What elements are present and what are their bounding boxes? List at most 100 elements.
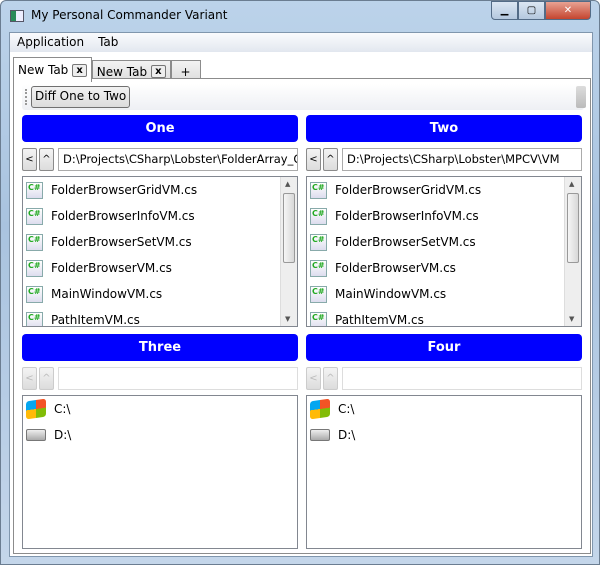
back-button[interactable]: < xyxy=(22,148,37,171)
panel-header[interactable]: One xyxy=(22,115,298,142)
maximize-button[interactable]: ▢ xyxy=(518,1,545,20)
panel-three: Three < ^ C:\ D:\ xyxy=(22,334,298,549)
list-item[interactable]: D:\ xyxy=(307,422,581,448)
app-icon xyxy=(10,10,24,22)
item-label: MainWindowVM.cs xyxy=(335,287,447,301)
path-input[interactable] xyxy=(58,367,298,390)
csharp-file-icon: C# xyxy=(310,207,327,225)
item-label: FolderBrowserInfoVM.cs xyxy=(335,209,479,223)
list-item[interactable]: C:\ xyxy=(23,396,297,422)
csharp-file-icon: C# xyxy=(310,311,327,326)
client-area: Application Tab New Tab x New Tab x + Diff… xyxy=(9,32,593,557)
menu-application[interactable]: Application xyxy=(10,33,91,52)
list-item[interactable]: C# FolderBrowserSetVM.cs xyxy=(307,229,581,255)
list-item[interactable]: C# MainWindowVM.cs xyxy=(307,281,581,307)
item-label: MainWindowVM.cs xyxy=(51,287,163,301)
tab-close-button[interactable]: x xyxy=(151,65,166,78)
tab-1[interactable]: New Tab x xyxy=(13,57,92,82)
menu-bar: Application Tab xyxy=(10,33,592,52)
panel-four: Four < ^ C:\ D:\ xyxy=(306,334,582,549)
csharp-file-icon: C# xyxy=(26,233,43,251)
scroll-up-icon[interactable]: ▲ xyxy=(285,180,290,188)
list-item[interactable]: D:\ xyxy=(23,422,297,448)
csharp-file-icon: C# xyxy=(310,259,327,277)
csharp-file-icon: C# xyxy=(310,181,327,199)
file-list[interactable]: C# FolderBrowserGridVM.cs C# FolderBrowserI… xyxy=(306,176,582,327)
window: My Personal Commander Variant ▁ ▢ ✕ Appl… xyxy=(0,0,600,565)
panel-header[interactable]: Two xyxy=(306,115,582,142)
path-input[interactable]: D:\Projects\CSharp\Lobster\FolderArray_O… xyxy=(58,148,298,171)
list-item[interactable]: C# PathItemVM.cs xyxy=(307,307,581,327)
list-item[interactable]: C# FolderBrowserGridVM.cs xyxy=(307,177,581,203)
item-label: FolderBrowserGridVM.cs xyxy=(335,183,482,197)
scrollbar[interactable]: ▲ ▼ xyxy=(564,177,581,326)
csharp-file-icon: C# xyxy=(26,259,43,277)
file-list[interactable]: C:\ D:\ xyxy=(22,395,298,549)
item-label: FolderBrowserVM.cs xyxy=(51,261,172,275)
list-item[interactable]: C# FolderBrowserGridVM.cs xyxy=(23,177,297,203)
scroll-thumb[interactable] xyxy=(283,193,295,263)
scroll-up-icon[interactable]: ▲ xyxy=(569,180,574,188)
csharp-file-icon: C# xyxy=(310,285,327,303)
item-label: PathItemVM.cs xyxy=(335,313,424,327)
csharp-file-icon: C# xyxy=(26,311,43,326)
item-label: C:\ xyxy=(338,402,355,416)
panel-one: One < ^ D:\Projects\CSharp\Lobster\Folde… xyxy=(22,115,298,327)
up-button[interactable]: ^ xyxy=(323,148,338,171)
list-item[interactable]: C# FolderBrowserVM.cs xyxy=(23,255,297,281)
diff-button[interactable]: Diff One to Two xyxy=(31,86,131,108)
windows-drive-icon xyxy=(26,398,46,420)
item-label: FolderBrowserInfoVM.cs xyxy=(51,209,195,223)
file-list[interactable]: C:\ D:\ xyxy=(306,395,582,549)
scroll-down-icon[interactable]: ▼ xyxy=(285,315,290,323)
close-button[interactable]: ✕ xyxy=(545,1,591,20)
panel-header[interactable]: Four xyxy=(306,334,582,361)
list-item[interactable]: C# FolderBrowserVM.cs xyxy=(307,255,581,281)
toolbar-overflow-button[interactable] xyxy=(576,86,586,108)
list-item[interactable]: C# PathItemVM.cs xyxy=(23,307,297,327)
panel-header[interactable]: Three xyxy=(22,334,298,361)
menu-tab[interactable]: Tab xyxy=(91,33,125,52)
up-button[interactable]: ^ xyxy=(323,367,338,390)
scroll-thumb[interactable] xyxy=(567,193,579,263)
up-button[interactable]: ^ xyxy=(39,367,54,390)
up-button[interactable]: ^ xyxy=(39,148,54,171)
item-label: C:\ xyxy=(54,402,71,416)
windows-drive-icon xyxy=(310,398,330,420)
tab-label: New Tab xyxy=(96,64,148,79)
scroll-down-icon[interactable]: ▼ xyxy=(569,315,574,323)
path-input[interactable]: D:\Projects\CSharp\Lobster\MPCV\VM xyxy=(342,148,582,171)
item-label: D:\ xyxy=(338,428,356,442)
list-item[interactable]: C# FolderBrowserInfoVM.cs xyxy=(23,203,297,229)
item-label: PathItemVM.cs xyxy=(51,313,140,327)
window-title: My Personal Commander Variant xyxy=(31,8,228,22)
item-label: D:\ xyxy=(54,428,72,442)
list-item[interactable]: C# FolderBrowserInfoVM.cs xyxy=(307,203,581,229)
csharp-file-icon: C# xyxy=(26,207,43,225)
scrollbar[interactable]: ▲ ▼ xyxy=(280,177,297,326)
csharp-file-icon: C# xyxy=(26,285,43,303)
list-item[interactable]: C:\ xyxy=(307,396,581,422)
csharp-file-icon: C# xyxy=(26,181,43,199)
item-label: FolderBrowserGridVM.cs xyxy=(51,183,198,197)
back-button[interactable]: < xyxy=(306,148,321,171)
drive-icon xyxy=(26,429,46,441)
panel-two: Two < ^ D:\Projects\CSharp\Lobster\MPCV\… xyxy=(306,115,582,327)
toolbar-grip[interactable] xyxy=(25,89,27,105)
item-label: FolderBrowserSetVM.cs xyxy=(335,235,476,249)
list-item[interactable]: C# MainWindowVM.cs xyxy=(23,281,297,307)
tab-content: Diff One to Two One < ^ D:\Projects\CSha… xyxy=(13,78,591,554)
back-button[interactable]: < xyxy=(306,367,321,390)
tab-label: New Tab xyxy=(18,63,69,77)
tab-close-button[interactable]: x xyxy=(72,63,87,77)
list-item[interactable]: C# FolderBrowserSetVM.cs xyxy=(23,229,297,255)
file-list[interactable]: C# FolderBrowserGridVM.cs C# FolderBrowserI… xyxy=(22,176,298,327)
csharp-file-icon: C# xyxy=(310,233,327,251)
item-label: FolderBrowserVM.cs xyxy=(335,261,456,275)
back-button[interactable]: < xyxy=(22,367,37,390)
toolbar: Diff One to Two xyxy=(22,84,586,110)
drive-icon xyxy=(310,429,330,441)
path-input[interactable] xyxy=(342,367,582,390)
minimize-button[interactable]: ▁ xyxy=(491,1,518,20)
item-label: FolderBrowserSetVM.cs xyxy=(51,235,192,249)
